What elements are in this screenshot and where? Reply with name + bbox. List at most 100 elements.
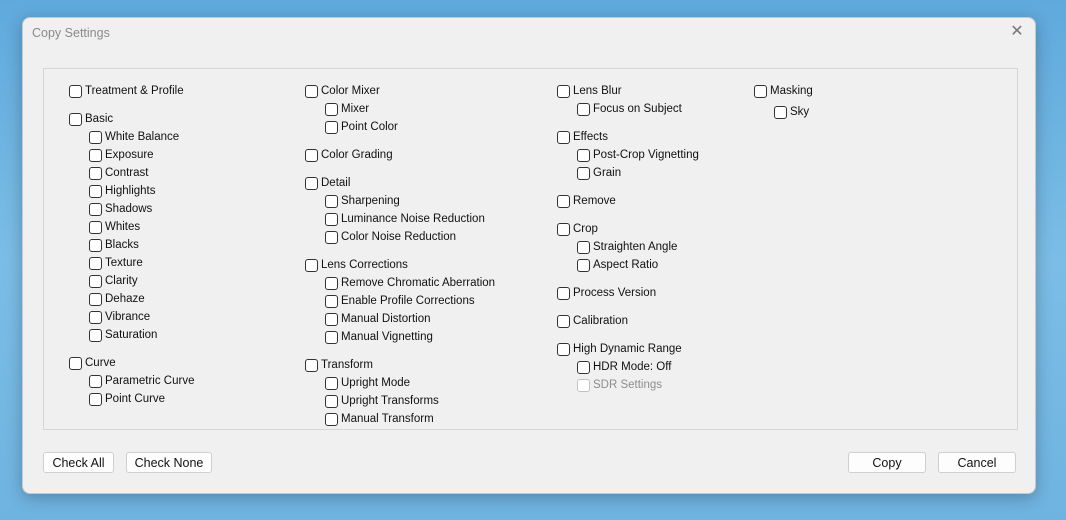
- checkbox-box[interactable]: [754, 84, 767, 98]
- checkbox-box[interactable]: [89, 184, 102, 198]
- checkbox-box[interactable]: [325, 294, 338, 308]
- checkbox-box[interactable]: [305, 148, 318, 162]
- checkbox-box[interactable]: [577, 258, 590, 272]
- checkbox-sharpening[interactable]: Sharpening: [325, 193, 400, 209]
- checkbox-blacks[interactable]: Blacks: [89, 237, 139, 253]
- checkbox-effects[interactable]: Effects: [557, 129, 608, 145]
- checkbox-box[interactable]: [305, 258, 318, 272]
- checkbox-upright-mode[interactable]: Upright Mode: [325, 375, 410, 391]
- checkbox-box[interactable]: [89, 256, 102, 270]
- checkbox-transform[interactable]: Transform: [305, 357, 373, 373]
- checkbox-box[interactable]: [325, 230, 338, 244]
- checkbox-box[interactable]: [89, 374, 102, 388]
- checkbox-process-version[interactable]: Process Version: [557, 285, 656, 301]
- checkbox-box[interactable]: [305, 176, 318, 190]
- checkbox-clarity[interactable]: Clarity: [89, 273, 138, 289]
- checkbox-box[interactable]: [89, 292, 102, 306]
- cancel-button[interactable]: Cancel: [938, 452, 1016, 473]
- checkbox-box[interactable]: [89, 238, 102, 252]
- checkbox-box[interactable]: [69, 112, 82, 126]
- checkbox-detail[interactable]: Detail: [305, 175, 350, 191]
- checkbox-box[interactable]: [305, 358, 318, 372]
- checkbox-lens-blur[interactable]: Lens Blur: [557, 83, 622, 99]
- checkbox-box[interactable]: [325, 312, 338, 326]
- checkbox-treatment-profile[interactable]: Treatment & Profile: [69, 83, 184, 99]
- checkbox-shadows[interactable]: Shadows: [89, 201, 152, 217]
- checkbox-box[interactable]: [69, 84, 82, 98]
- checkbox-remove-chromatic-aberration[interactable]: Remove Chromatic Aberration: [325, 275, 495, 291]
- checkbox-box[interactable]: [325, 212, 338, 226]
- checkbox-high-dynamic-range[interactable]: High Dynamic Range: [557, 341, 682, 357]
- checkbox-manual-transform[interactable]: Manual Transform: [325, 411, 434, 427]
- checkbox-white-balance[interactable]: White Balance: [89, 129, 179, 145]
- checkbox-focus-on-subject[interactable]: Focus on Subject: [577, 101, 682, 117]
- checkbox-vibrance[interactable]: Vibrance: [89, 309, 150, 325]
- checkbox-contrast[interactable]: Contrast: [89, 165, 148, 181]
- checkbox-basic[interactable]: Basic: [69, 111, 113, 127]
- checkbox-box[interactable]: [577, 148, 590, 162]
- checkbox-box[interactable]: [774, 105, 787, 119]
- checkbox-crop[interactable]: Crop: [557, 221, 598, 237]
- checkbox-color-mixer[interactable]: Color Mixer: [305, 83, 380, 99]
- checkbox-highlights[interactable]: Highlights: [89, 183, 156, 199]
- checkbox-remove[interactable]: Remove: [557, 193, 616, 209]
- checkbox-box[interactable]: [557, 342, 570, 356]
- checkbox-box[interactable]: [89, 130, 102, 144]
- checkbox-color-noise-reduction[interactable]: Color Noise Reduction: [325, 229, 456, 245]
- checkbox-box[interactable]: [325, 412, 338, 426]
- checkbox-box[interactable]: [325, 394, 338, 408]
- checkbox-box[interactable]: [557, 194, 570, 208]
- checkbox-box[interactable]: [325, 330, 338, 344]
- checkbox-lens-corrections[interactable]: Lens Corrections: [305, 257, 408, 273]
- checkbox-box[interactable]: [89, 274, 102, 288]
- checkbox-box[interactable]: [557, 130, 570, 144]
- checkbox-manual-vignetting[interactable]: Manual Vignetting: [325, 329, 433, 345]
- checkbox-straighten-angle[interactable]: Straighten Angle: [577, 239, 677, 255]
- checkbox-curve[interactable]: Curve: [69, 355, 116, 371]
- checkbox-post-crop-vignetting[interactable]: Post-Crop Vignetting: [577, 147, 699, 163]
- checkbox-parametric-curve[interactable]: Parametric Curve: [89, 373, 194, 389]
- checkbox-box[interactable]: [89, 148, 102, 162]
- checkbox-texture[interactable]: Texture: [89, 255, 143, 271]
- checkbox-box[interactable]: [325, 194, 338, 208]
- checkbox-manual-distortion[interactable]: Manual Distortion: [325, 311, 430, 327]
- checkbox-box[interactable]: [577, 240, 590, 254]
- checkbox-enable-profile-corrections[interactable]: Enable Profile Corrections: [325, 293, 475, 309]
- checkbox-box[interactable]: [89, 220, 102, 234]
- checkbox-grain[interactable]: Grain: [577, 165, 621, 181]
- checkbox-box[interactable]: [89, 310, 102, 324]
- checkbox-color-grading[interactable]: Color Grading: [305, 147, 393, 163]
- checkbox-whites[interactable]: Whites: [89, 219, 140, 235]
- checkbox-box[interactable]: [577, 102, 590, 116]
- check-all-button[interactable]: Check All: [43, 452, 114, 473]
- checkbox-box[interactable]: [577, 166, 590, 180]
- checkbox-box[interactable]: [557, 84, 570, 98]
- checkbox-box[interactable]: [69, 356, 82, 370]
- checkbox-box[interactable]: [89, 328, 102, 342]
- checkbox-calibration[interactable]: Calibration: [557, 313, 628, 329]
- checkbox-sky[interactable]: Sky: [774, 104, 809, 120]
- checkbox-saturation[interactable]: Saturation: [89, 327, 157, 343]
- checkbox-masking[interactable]: Masking: [754, 83, 813, 99]
- checkbox-point-color[interactable]: Point Color: [325, 119, 398, 135]
- close-icon[interactable]: ✕: [1007, 22, 1027, 42]
- checkbox-box[interactable]: [325, 276, 338, 290]
- checkbox-box[interactable]: [89, 166, 102, 180]
- checkbox-mixer[interactable]: Mixer: [325, 101, 369, 117]
- checkbox-hdr-mode-off[interactable]: HDR Mode: Off: [577, 359, 671, 375]
- checkbox-box[interactable]: [89, 202, 102, 216]
- checkbox-box[interactable]: [577, 360, 590, 374]
- checkbox-box[interactable]: [557, 314, 570, 328]
- checkbox-box[interactable]: [325, 120, 338, 134]
- checkbox-box[interactable]: [557, 222, 570, 236]
- checkbox-box[interactable]: [305, 84, 318, 98]
- checkbox-box[interactable]: [557, 286, 570, 300]
- checkbox-box[interactable]: [325, 102, 338, 116]
- copy-button[interactable]: Copy: [848, 452, 926, 473]
- check-none-button[interactable]: Check None: [126, 452, 212, 473]
- checkbox-aspect-ratio[interactable]: Aspect Ratio: [577, 257, 658, 273]
- checkbox-box[interactable]: [325, 376, 338, 390]
- checkbox-dehaze[interactable]: Dehaze: [89, 291, 145, 307]
- checkbox-upright-transforms[interactable]: Upright Transforms: [325, 393, 439, 409]
- checkbox-point-curve[interactable]: Point Curve: [89, 391, 165, 407]
